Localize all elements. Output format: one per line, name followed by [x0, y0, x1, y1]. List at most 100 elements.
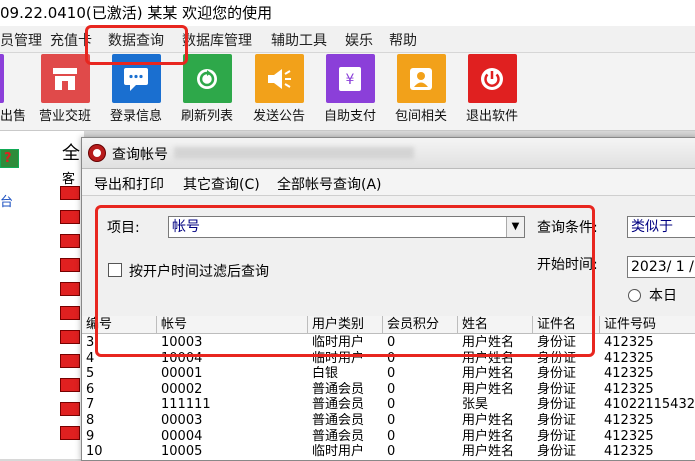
dialog-title-bar: 查询帐号 [82, 138, 695, 169]
send-notice-button[interactable]: 发送公告 [247, 54, 311, 124]
table-row[interactable]: 7 111111 普通会员 0 张昊 身份证 41022115432 [82, 397, 695, 413]
cell-points: 0 [387, 413, 396, 428]
left-tab-label[interactable]: 台 [0, 191, 13, 210]
cell-points: 0 [387, 428, 396, 444]
cell-id: 9 [86, 428, 95, 444]
table-row[interactable]: 5 00001 白银 0 用户姓名 身份证 412325 [82, 366, 695, 382]
cell-user-type: 普通会员 [312, 397, 365, 413]
dialog-title: 查询帐号 [112, 147, 168, 163]
cell-user-type: 临时用户 [312, 444, 365, 460]
cell-account: 00001 [161, 366, 203, 382]
window-title: 09.22.0410(已激活) 某某 欢迎您的使用 [0, 4, 273, 22]
cell-id: 6 [86, 381, 95, 397]
megaphone-icon [254, 54, 304, 103]
svg-text:¥: ¥ [346, 72, 355, 88]
highlight-filter-area [95, 205, 595, 357]
menu-database-management[interactable]: 数据库管理 [182, 30, 252, 50]
cell-name: 用户姓名 [462, 413, 515, 428]
cell-name: 张昊 [462, 397, 489, 413]
table-row[interactable]: 8 00003 普通会员 0 用户姓名 身份证 412325 [82, 413, 695, 429]
cell-id-type: 身份证 [537, 381, 577, 397]
cell-id-type: 身份证 [537, 397, 577, 413]
sell-icon [0, 54, 4, 103]
cell-id: 5 [86, 366, 95, 382]
cell-id-number: 412325 [604, 413, 654, 428]
cell-user-type: 普通会员 [312, 381, 365, 397]
cell-points: 0 [387, 444, 396, 460]
cell-points: 0 [387, 366, 396, 382]
cell-id-number: 412325 [604, 428, 654, 444]
cell-id: 7 [86, 397, 95, 413]
machine-icon[interactable] [60, 330, 80, 344]
cell-id-type: 身份证 [537, 444, 577, 460]
window-title-bar: 09.22.0410(已激活) 某某 欢迎您的使用 [0, 0, 695, 26]
cell-account: 00002 [161, 381, 203, 397]
cell-account: 10005 [161, 444, 203, 460]
cell-id-type: 身份证 [537, 366, 577, 382]
machine-icon[interactable] [60, 258, 80, 272]
machine-icon[interactable] [60, 282, 80, 296]
cell-points: 0 [387, 381, 396, 397]
cell-id-number: 412325 [604, 444, 654, 460]
machine-icon[interactable] [60, 186, 80, 200]
cell-name: 用户姓名 [462, 381, 515, 397]
monitor-icon: ? [0, 149, 19, 168]
self-pay-button[interactable]: ¥ 自助支付 [318, 54, 382, 124]
cell-id-type: 身份证 [537, 428, 577, 444]
machine-icon[interactable] [60, 378, 80, 392]
cell-account: 00004 [161, 428, 203, 444]
today-radio[interactable] [628, 289, 641, 302]
person-icon [396, 54, 446, 103]
cell-id-number: 412325 [604, 366, 654, 382]
cell-name: 用户姓名 [462, 366, 515, 382]
cell-user-type: 普通会员 [312, 428, 365, 444]
cell-id-type: 身份证 [537, 413, 577, 428]
condition-select[interactable]: 类似于 [627, 216, 695, 238]
cell-user-type: 普通会员 [312, 413, 365, 428]
machine-icon[interactable] [60, 426, 80, 440]
cell-id: 10 [86, 444, 103, 460]
menu-export-print[interactable]: 导出和打印 [94, 174, 164, 194]
mid-header: 全 [62, 143, 80, 164]
today-radio-label: 本日 [649, 288, 677, 304]
highlight-data-query [85, 25, 188, 65]
cell-id-number: 412325 [604, 350, 654, 366]
machine-icon[interactable] [60, 234, 80, 248]
cell-user-type: 白银 [312, 366, 339, 382]
refresh-icon [182, 54, 232, 103]
menu-tools[interactable]: 辅助工具 [271, 30, 327, 50]
exit-software-button[interactable]: 退出软件 [460, 54, 524, 124]
cell-id-number: 412325 [604, 381, 654, 397]
cell-account: 111111 [161, 397, 211, 413]
machine-icon[interactable] [60, 402, 80, 416]
cell-account: 00003 [161, 413, 203, 428]
cell-id-number: 412325 [604, 335, 654, 350]
table-row[interactable]: 6 00002 普通会员 0 用户姓名 身份证 412325 [82, 382, 695, 398]
menu-help[interactable]: 帮助 [389, 30, 417, 50]
table-row[interactable]: 9 00004 普通会员 0 用户姓名 身份证 412325 [82, 429, 695, 445]
yen-icon: ¥ [325, 54, 375, 103]
app-icon [88, 144, 106, 162]
refresh-list-button[interactable]: 刷新列表 [176, 54, 238, 124]
col-header-id-number[interactable]: 证件号码 [600, 316, 695, 334]
start-time-input[interactable]: 2023/ 1 / [627, 256, 695, 278]
private-room-button[interactable]: 包间相关 [389, 54, 453, 124]
shift-handover-button[interactable]: 营业交班 [33, 54, 97, 124]
cell-name: 用户姓名 [462, 428, 515, 444]
menu-all-account-query[interactable]: 全部帐号查询(A) [277, 174, 382, 194]
menu-other-query[interactable]: 其它查询(C) [183, 174, 260, 194]
cell-id: 8 [86, 413, 95, 428]
table-row[interactable]: 10 10005 临时用户 0 用户姓名 身份证 412325 [82, 444, 695, 460]
machine-icon[interactable] [60, 210, 80, 224]
sell-button[interactable]: 出售 [0, 54, 26, 124]
power-icon [467, 54, 517, 103]
machine-icon[interactable] [60, 354, 80, 368]
mid-subheader: 客 [62, 172, 76, 187]
machine-icon[interactable] [60, 306, 80, 320]
menu-entertainment[interactable]: 娱乐 [345, 30, 373, 50]
cell-points: 0 [387, 397, 396, 413]
menu-member-management[interactable]: 员管理 [0, 30, 42, 50]
shop-icon [40, 54, 90, 103]
cell-name: 用户姓名 [462, 444, 515, 460]
blurred-title-text [174, 147, 414, 159]
